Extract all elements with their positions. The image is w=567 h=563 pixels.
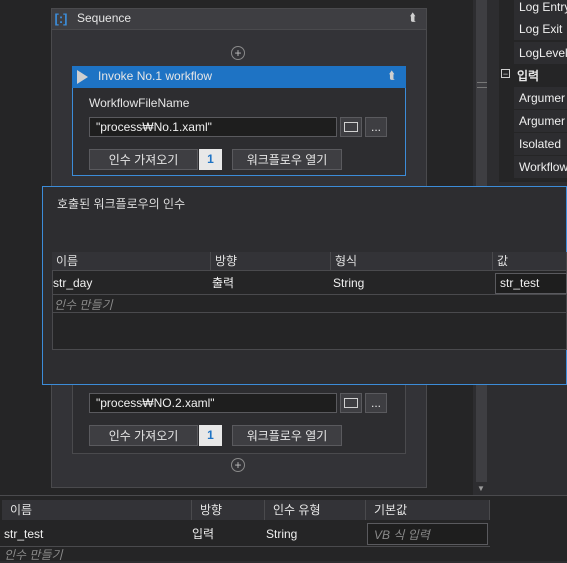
property-workflow-file[interactable]: Workflow	[514, 156, 567, 178]
folder-icon	[344, 122, 358, 132]
sequence-icon: [:]	[54, 11, 68, 26]
argument-count-badge: 1	[199, 425, 222, 446]
play-icon	[77, 70, 88, 84]
row-divider	[0, 546, 490, 547]
ellipsis-button[interactable]: ...	[365, 117, 387, 137]
argument-name: str_day	[53, 276, 93, 290]
column-header-default-value[interactable]: 기본값	[366, 500, 490, 520]
default-value-input[interactable]: VB 식 입력	[367, 523, 488, 545]
column-header-name[interactable]: 이름	[52, 252, 211, 271]
variable-direction[interactable]: 입력	[192, 522, 214, 546]
invoke-workflow-title: Invoke No.1 workflow	[98, 69, 213, 83]
import-arguments-button[interactable]: 인수 가져오기	[89, 425, 198, 446]
property-arguments[interactable]: Argumer	[514, 87, 567, 109]
column-header-argument-type[interactable]: 인수 유형	[265, 500, 366, 520]
create-argument-link[interactable]: 인수 만들기	[54, 296, 113, 313]
variable-type[interactable]: String	[266, 522, 297, 546]
argument-type[interactable]: String	[333, 272, 364, 294]
create-argument-link[interactable]: 인수 만들기	[4, 546, 63, 563]
grip-icon[interactable]	[477, 82, 487, 88]
workflow-filename-label: WorkflowFileName	[89, 96, 190, 110]
variable-name[interactable]: str_test	[4, 522, 43, 546]
open-workflow-button[interactable]: 워크플로우 열기	[232, 425, 342, 446]
folder-icon	[344, 398, 358, 408]
grid-divider	[52, 312, 567, 313]
argument-direction[interactable]: 출력	[212, 272, 234, 294]
collapse-section-icon[interactable]: −	[501, 69, 510, 79]
column-header-direction[interactable]: 방향	[211, 252, 331, 271]
column-header-name[interactable]: 이름	[2, 500, 192, 520]
collapse-icon[interactable]: ⮬	[410, 12, 417, 25]
ellipsis-button[interactable]: ...	[365, 393, 387, 413]
property-log-exit[interactable]: Log Exit	[514, 18, 567, 40]
scroll-down-icon[interactable]: ▼	[477, 484, 485, 493]
workflow-filename-input-2[interactable]: "process₩NO.2.xaml"	[89, 393, 337, 413]
folder-button[interactable]	[340, 117, 362, 137]
argument-count-badge: 1	[199, 149, 222, 170]
import-arguments-button[interactable]: 인수 가져오기	[89, 149, 198, 170]
workflow-filename-input[interactable]: "process₩No.1.xaml"	[89, 117, 337, 137]
add-activity-icon[interactable]: +	[231, 46, 245, 60]
dialog-title: 호출된 워크플로우의 인수	[57, 197, 186, 211]
property-isolated[interactable]: Isolated	[514, 133, 567, 155]
column-header-direction[interactable]: 방향	[192, 500, 265, 520]
sequence-title: Sequence	[77, 11, 132, 25]
collapse-icon[interactable]: ⮬	[389, 70, 396, 83]
property-log-entry[interactable]: Log Entry	[514, 0, 567, 18]
folder-button[interactable]	[340, 393, 362, 413]
property-arguments-variable[interactable]: Argumer	[514, 110, 567, 132]
column-header-value[interactable]: 값	[493, 252, 567, 271]
add-activity-icon[interactable]: +	[231, 458, 245, 472]
table-row[interactable]	[52, 271, 567, 295]
property-section-input: 입력	[517, 69, 540, 83]
property-log-level[interactable]: LogLevel	[514, 42, 567, 64]
open-workflow-button[interactable]: 워크플로우 열기	[232, 149, 342, 170]
argument-value-input[interactable]: str_test	[495, 273, 567, 294]
column-header-type[interactable]: 형식	[331, 252, 493, 271]
